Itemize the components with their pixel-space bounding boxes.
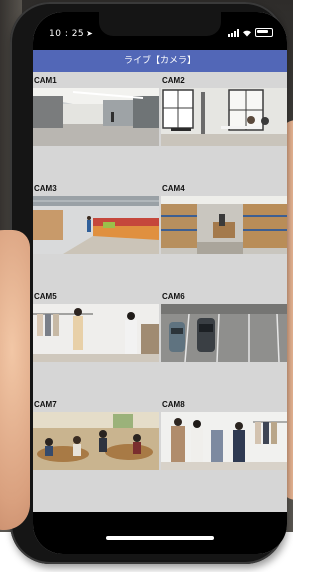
page-title: ライブ【カメラ】 [123, 56, 196, 66]
status-bar: 10 : 25 ➤ [33, 12, 287, 50]
camera-tile-1[interactable]: CAM1 [33, 72, 159, 146]
camera-tile-2[interactable]: CAM2 [161, 72, 287, 146]
time-text: 10 : 25 [49, 29, 85, 39]
camera-feed-warehouse[interactable] [161, 196, 287, 254]
status-icons [228, 28, 273, 37]
page-title-bar: ライブ【カメラ】 [33, 50, 287, 72]
phone-screen: 10 : 25 ➤ ライブ【カメラ】 CAM1 CAM2 CAM3 CAM4 C… [33, 12, 287, 554]
camera-tile-3[interactable]: CAM3 [33, 180, 159, 254]
battery-icon [255, 28, 273, 37]
home-indicator-area [33, 512, 287, 554]
camera-tile-8[interactable]: CAM8 [161, 396, 287, 470]
camera-label: CAM8 [162, 400, 185, 409]
camera-feed-grocery[interactable] [33, 196, 159, 254]
phone-notch [99, 12, 221, 36]
camera-feed-boutique[interactable] [161, 412, 287, 470]
camera-tile-4[interactable]: CAM4 [161, 180, 287, 254]
location-arrow-icon: ➤ [86, 29, 94, 38]
camera-feed-cafe[interactable] [161, 88, 287, 146]
photo-scene: 10 : 25 ➤ ライブ【カメラ】 CAM1 CAM2 CAM3 CAM4 C… [0, 0, 293, 572]
camera-feed-office-lobby[interactable] [33, 88, 159, 146]
camera-label: CAM2 [162, 76, 185, 85]
camera-tile-6[interactable]: CAM6 [161, 288, 287, 362]
camera-feed-parking-lot[interactable] [161, 304, 287, 362]
camera-label: CAM3 [34, 184, 57, 193]
status-time: 10 : 25 ➤ [49, 29, 93, 39]
camera-label: CAM1 [34, 76, 57, 85]
wifi-icon [242, 29, 252, 37]
camera-feed-apparel-shop[interactable] [33, 304, 159, 362]
signal-icon [228, 28, 239, 37]
left-hand [0, 230, 30, 530]
camera-grid: CAM1 CAM2 CAM3 CAM4 CAM5 CAM6 CAM7 CAM8 [33, 72, 287, 512]
camera-label: CAM6 [162, 292, 185, 301]
camera-label: CAM4 [162, 184, 185, 193]
home-indicator[interactable] [106, 536, 214, 540]
camera-tile-5[interactable]: CAM5 [33, 288, 159, 362]
camera-label: CAM7 [34, 400, 57, 409]
camera-feed-cafeteria[interactable] [33, 412, 159, 470]
camera-label: CAM5 [34, 292, 57, 301]
camera-tile-7[interactable]: CAM7 [33, 396, 159, 470]
smartphone-frame: 10 : 25 ➤ ライブ【カメラ】 CAM1 CAM2 CAM3 CAM4 C… [10, 2, 287, 564]
